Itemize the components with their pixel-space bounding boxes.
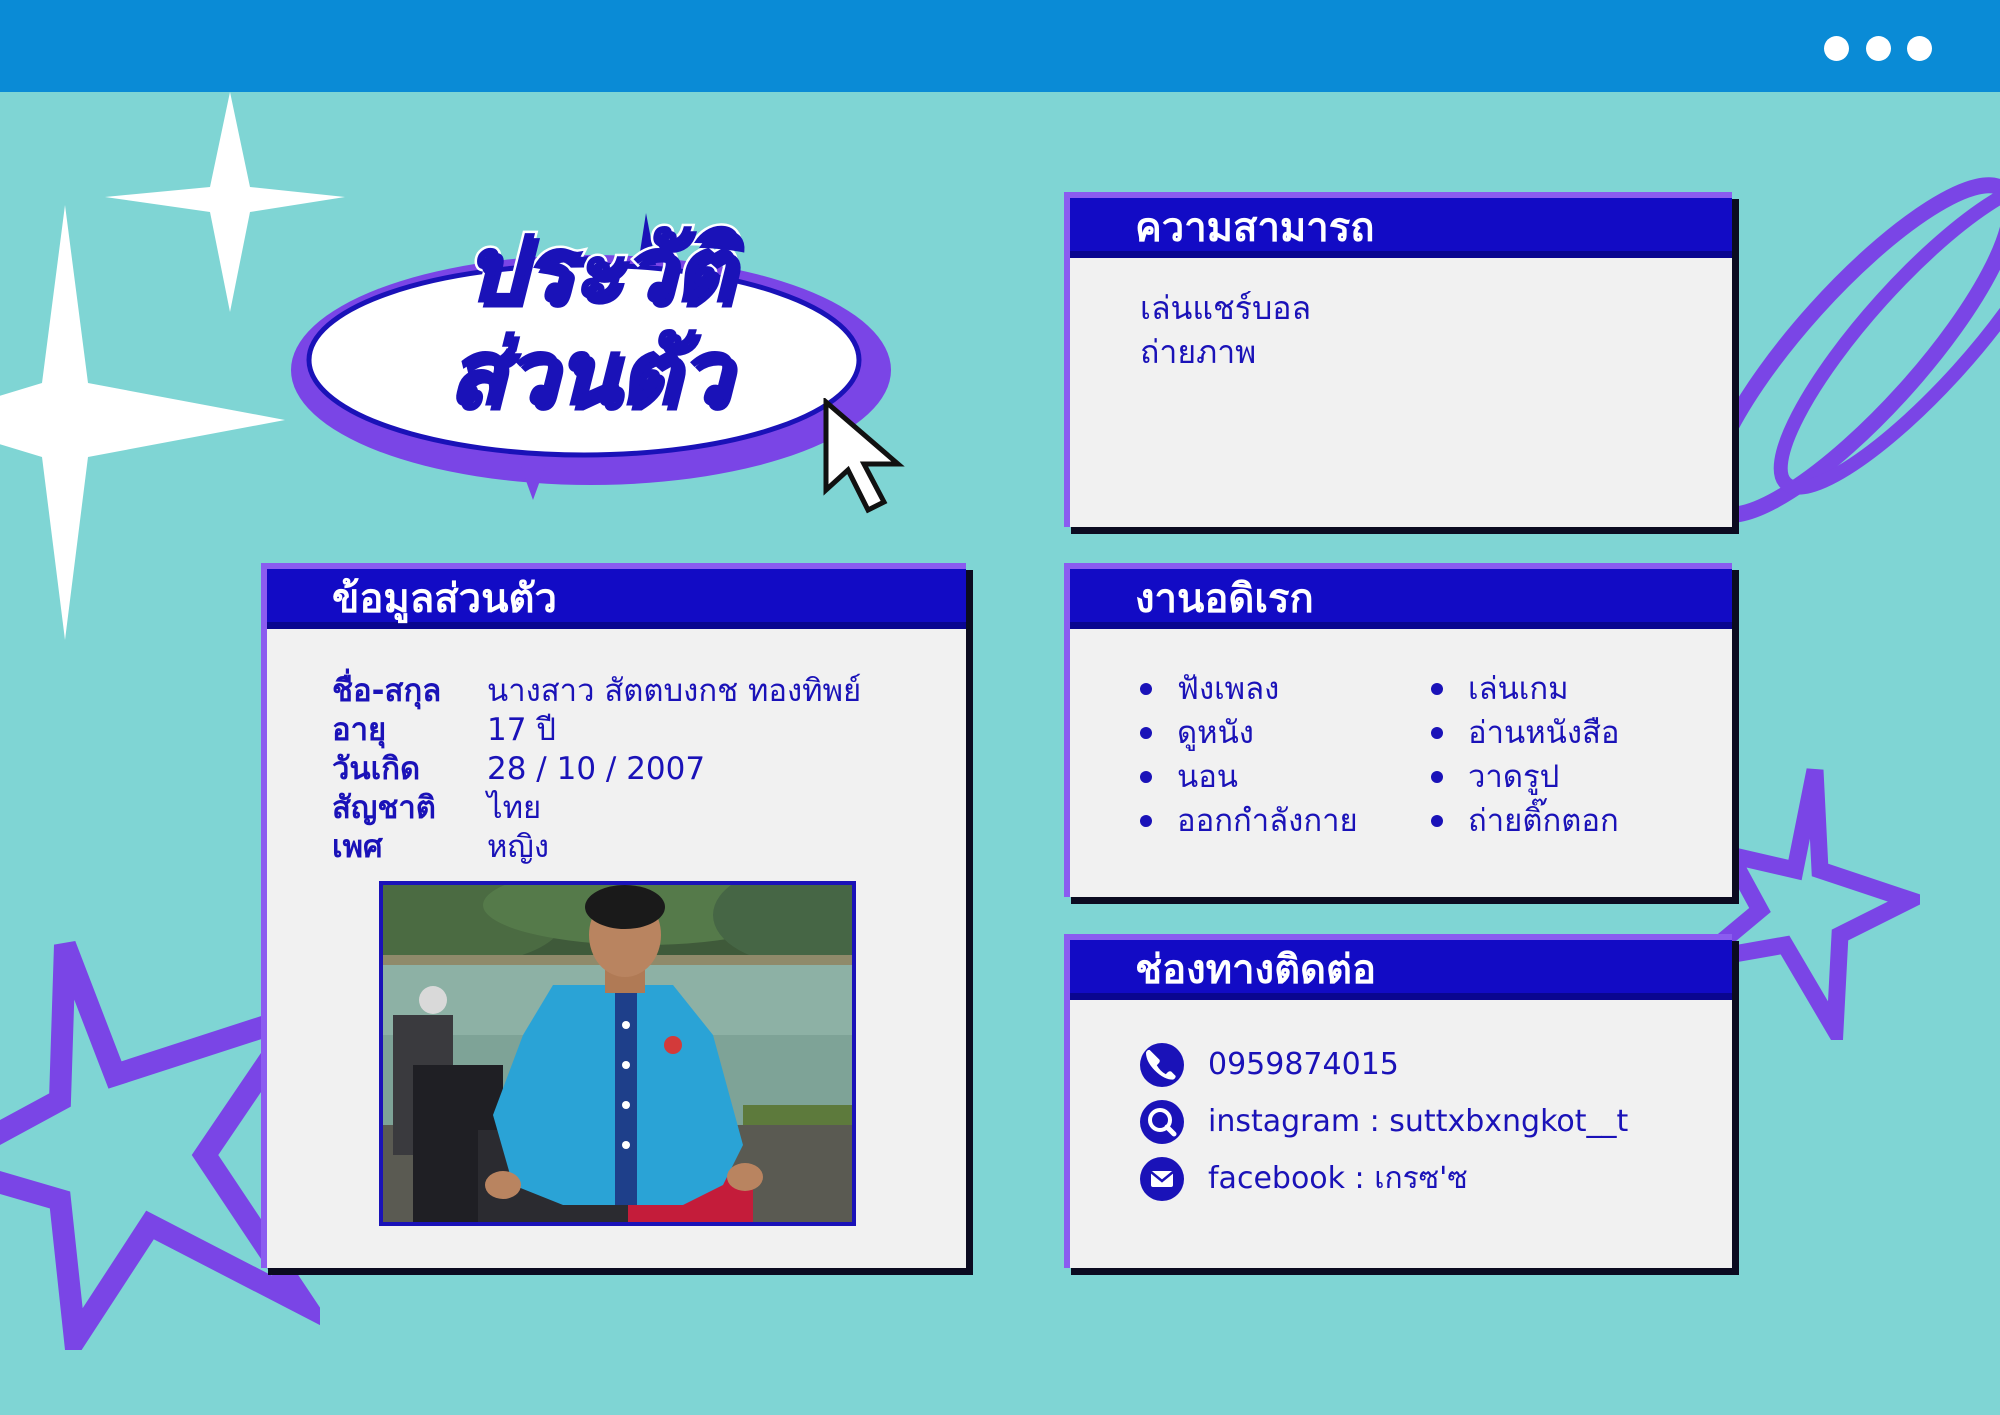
- profile-photo: [379, 881, 856, 1226]
- hobby-text: วาดรูป: [1468, 759, 1560, 795]
- hobby-text: ถ่ายติ๊กตอก: [1468, 803, 1619, 839]
- dot: [1824, 36, 1849, 61]
- dot: [1907, 36, 1932, 61]
- info-value: นางสาว สัตตบงกช ทองทิพย์: [487, 673, 862, 709]
- title-line-2: ส่วนตัว: [444, 319, 731, 426]
- dot: [1866, 36, 1891, 61]
- bullet-icon: [1140, 771, 1152, 783]
- bullet-icon: [1431, 683, 1443, 695]
- bullet-icon: [1140, 815, 1152, 827]
- ability-item: ถ่ายภาพ: [1140, 333, 1257, 371]
- info-value: 17 ปี: [487, 712, 556, 748]
- info-label: ชื่อ-สกุล: [332, 673, 442, 709]
- info-label: สัญชาติ: [332, 790, 436, 826]
- contact-panel: ช่องทางติดต่อ 0959874015 instagram : sut…: [1064, 934, 1732, 1268]
- contact-text: 0959874015: [1208, 1047, 1399, 1082]
- info-label: อายุ: [332, 712, 387, 748]
- info-value: ไทย: [487, 790, 542, 826]
- hobbies-heading: งานอดิเรก: [1070, 569, 1732, 629]
- abilities-list: เล่นแชร์บอล ถ่ายภาพ: [1140, 286, 1311, 374]
- bullet-icon: [1140, 727, 1152, 739]
- personal-info-heading: ข้อมูลส่วนตัว: [267, 569, 966, 629]
- info-label: วันเกิด: [332, 751, 421, 787]
- abilities-heading: ความสามารถ: [1070, 198, 1732, 258]
- hobby-text: ดูหนัง: [1177, 715, 1254, 751]
- info-value: 28 / 10 / 2007: [487, 751, 706, 787]
- ability-item: เล่นแชร์บอล: [1140, 289, 1312, 327]
- hobby-text: นอน: [1177, 759, 1239, 795]
- hobby-text: เล่นเกม: [1468, 671, 1569, 707]
- bullet-icon: [1140, 683, 1152, 695]
- contact-text: facebook : เกรซ'ซ: [1208, 1161, 1468, 1196]
- phone-icon: [1140, 1043, 1184, 1087]
- bullet-icon: [1431, 771, 1443, 783]
- contact-text: instagram : suttxbxngkot__t: [1208, 1104, 1629, 1139]
- search-icon: [1140, 1100, 1184, 1144]
- bullet-icon: [1431, 815, 1443, 827]
- title-bubble: ประวัติ ส่วนตัว: [278, 205, 898, 505]
- profile-photo-image: [383, 885, 852, 1222]
- hobbies-panel: งานอดิเรก ฟังเพลง ดูหนัง นอน ออกกำลังกาย…: [1064, 563, 1732, 897]
- abilities-panel: ความสามารถ เล่นแชร์บอล ถ่ายภาพ: [1064, 192, 1732, 527]
- personal-info-panel: ข้อมูลส่วนตัว ชื่อ-สกุล นางสาว สัตตบงกช …: [261, 563, 966, 1268]
- hobby-text: อ่านหนังสือ: [1468, 715, 1620, 751]
- hobby-text: ฟังเพลง: [1177, 671, 1280, 707]
- bullet-icon: [1431, 727, 1443, 739]
- hobby-text: ออกกำลังกาย: [1177, 803, 1358, 839]
- mail-icon: [1140, 1157, 1184, 1201]
- contact-heading: ช่องทางติดต่อ: [1070, 940, 1732, 1000]
- title-line-1: ประวัติ: [461, 216, 735, 323]
- top-bar: [0, 0, 2000, 92]
- info-label: เพศ: [332, 829, 383, 865]
- info-value: หญิง: [487, 829, 549, 865]
- cursor-arrow-icon: [823, 398, 905, 514]
- more-dots-icon[interactable]: [1820, 0, 1940, 92]
